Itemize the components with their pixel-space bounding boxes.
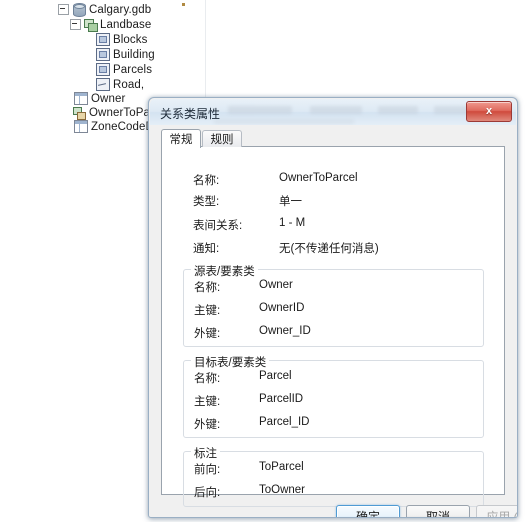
destination-group: 目标表/要素类 名称: Parcel 主键: ParcelID 外键: Parc…: [183, 354, 484, 438]
tab-panel-general: 名称: OwnerToParcel 类型: 单一 表间关系: 1 - M 通知:…: [161, 146, 505, 507]
ok-button-label: 确定: [355, 510, 380, 518]
panel-divider: [205, 0, 206, 100]
field-value: Owner_ID: [259, 325, 311, 337]
title-ghost-artifact: [310, 106, 362, 114]
field-row-backward-label: 后向: ToOwner: [194, 484, 464, 499]
field-label: 前向:: [194, 464, 221, 476]
tree-item-label: Parcels: [113, 63, 153, 76]
destination-group-title: 目标表/要素类: [191, 354, 270, 370]
field-value: ToOwner: [259, 484, 306, 496]
tree-item-label: Landbase: [100, 18, 152, 31]
expander-icon[interactable]: [70, 19, 81, 30]
field-row-type: 类型: 单一: [193, 193, 493, 208]
tab-label: 常规: [169, 134, 193, 146]
dialog-title-bar[interactable]: 关系类属性 x: [150, 99, 516, 125]
tab-rules[interactable]: 规则: [202, 130, 242, 147]
field-row-destination-foreign-key: 外键: Parcel_ID: [194, 416, 464, 431]
dialog-title: 关系类属性: [160, 107, 221, 121]
field-row-origin-foreign-key: 外键: Owner_ID: [194, 325, 464, 340]
field-label: 主键:: [194, 305, 221, 317]
labels-group: 标注 前向: ToParcel 后向: ToOwner: [183, 445, 484, 507]
field-label: 名称:: [194, 373, 221, 385]
tree-item-landbase[interactable]: Landbase: [70, 17, 151, 32]
relationship-class-icon: [73, 106, 86, 120]
table-icon: [74, 120, 88, 133]
field-value: Parcel_ID: [259, 416, 310, 428]
field-label: 后向:: [194, 487, 221, 499]
tree-item-label: Building: [113, 48, 155, 61]
field-label: 表间关系:: [193, 220, 243, 232]
field-label: 类型:: [193, 196, 220, 208]
field-row-destination-primary-key: 主键: ParcelID: [194, 393, 464, 408]
close-icon: x: [485, 105, 493, 117]
tree-item-calgary-gdb[interactable]: Calgary.gdb: [58, 2, 151, 17]
tree-item-label: Owner: [91, 92, 126, 105]
polygon-feature-class-icon: [96, 63, 110, 76]
tab-label: 规则: [210, 134, 234, 146]
field-row-forward-label: 前向: ToParcel: [194, 461, 464, 476]
tree-item-label: Road,: [113, 78, 145, 91]
origin-group: 源表/要素类 名称: Owner 主键: OwnerID 外键: Owner_I…: [183, 263, 484, 347]
field-label: 名称:: [194, 282, 221, 294]
origin-group-title: 源表/要素类: [191, 263, 258, 279]
tab-strip: 常规 规则: [161, 129, 505, 148]
tab-general[interactable]: 常规: [161, 129, 201, 148]
expander-icon[interactable]: [58, 4, 69, 15]
field-value: OwnerID: [259, 302, 305, 314]
tree-item-label: Calgary.gdb: [89, 3, 152, 16]
stray-marker-dot: [182, 3, 185, 6]
labels-group-title: 标注: [191, 445, 220, 461]
tree-item-owner[interactable]: Owner: [73, 91, 125, 106]
polygon-feature-class-icon: [96, 33, 110, 46]
title-ghost-artifact: [214, 119, 354, 124]
tree-item-parcels[interactable]: Parcels: [95, 62, 152, 77]
field-label: 主键:: [194, 396, 221, 408]
relationship-class-properties-dialog[interactable]: 关系类属性 x 常规 规则 名称: OwnerToParcel 类型: 单一 表…: [148, 97, 518, 518]
feature-dataset-icon: [84, 18, 98, 32]
field-value: 1 - M: [279, 217, 306, 229]
polygon-feature-class-icon: [96, 48, 110, 61]
field-value: OwnerToParcel: [279, 172, 358, 184]
field-row-cardinality: 表间关系: 1 - M: [193, 217, 493, 232]
tree-item-blocks[interactable]: Blocks: [95, 32, 147, 47]
field-value: Parcel: [259, 370, 292, 382]
field-value: 无(不传递任何消息): [279, 243, 379, 255]
title-ghost-artifact: [228, 106, 292, 114]
cancel-button-label: 取消: [425, 510, 450, 518]
field-label: 名称:: [193, 175, 220, 187]
field-row-notification: 通知: 无(不传递任何消息): [193, 240, 493, 255]
field-value: ParcelID: [259, 393, 304, 405]
close-button[interactable]: x: [466, 101, 512, 122]
field-value: Owner: [259, 279, 293, 291]
field-label: 外键:: [194, 328, 221, 340]
line-feature-class-icon: [96, 78, 110, 91]
cancel-button[interactable]: 取消: [406, 505, 470, 518]
tree-item-label: Blocks: [113, 33, 148, 46]
field-label: 通知:: [193, 243, 220, 255]
tree-item-road[interactable]: Road,: [95, 77, 144, 92]
field-row-name: 名称: OwnerToParcel: [193, 172, 493, 187]
apply-button-label: 应用 (A): [486, 510, 518, 518]
tree-item-building[interactable]: Building: [95, 47, 155, 62]
field-row-destination-name: 名称: Parcel: [194, 370, 464, 385]
field-row-origin-primary-key: 主键: OwnerID: [194, 302, 464, 317]
field-row-origin-name: 名称: Owner: [194, 279, 464, 294]
ok-button[interactable]: 确定: [336, 505, 400, 518]
field-label: 外键:: [194, 419, 221, 431]
geodatabase-icon: [73, 2, 86, 17]
table-icon: [74, 92, 88, 105]
field-value: ToParcel: [259, 461, 304, 473]
dialog-body: 常规 规则 名称: OwnerToParcel 类型: 单一 表间关系: 1 -…: [150, 125, 518, 518]
field-value: 单一: [279, 196, 302, 208]
apply-button[interactable]: 应用 (A): [476, 505, 518, 518]
title-ghost-artifact: [378, 106, 418, 114]
